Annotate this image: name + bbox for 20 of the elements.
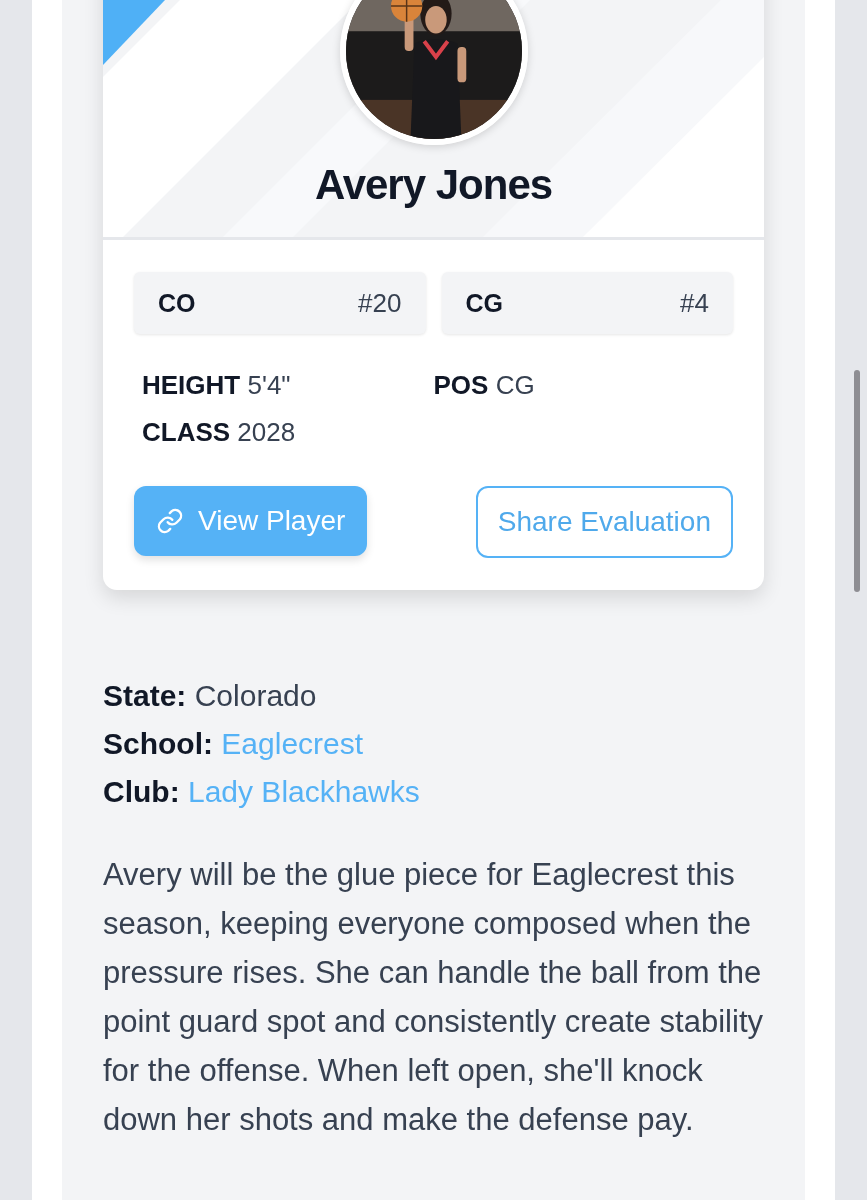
detail-label: Club: — [103, 775, 180, 808]
detail-label: State: — [103, 679, 187, 712]
view-player-button[interactable]: View Player — [134, 486, 368, 556]
detail-value: Colorado — [194, 679, 317, 712]
jersey-number: #20 — [358, 287, 402, 319]
detail-label: School: — [103, 727, 213, 760]
share-evaluation-button[interactable]: Share Evaluation — [475, 486, 733, 558]
detail-link[interactable]: Eaglecrest — [221, 727, 364, 760]
stat-text: HEIGHT 5'4" — [142, 370, 292, 401]
jersey-number: #4 — [680, 287, 709, 319]
badge-label: CO — [158, 288, 196, 318]
badge-label: CG — [465, 288, 503, 318]
stat-text: CLASS 2028 — [142, 417, 297, 448]
link-icon — [156, 507, 184, 535]
description-paragraph: Avery will be the glue piece for Eaglecrest this season, keeping everyone composed when the pressure rises. She can handle the ball from the point guard spot and consistently create stability for the offense. When left open, she'll knock down her shots and make the defense pay. — [103, 856, 764, 1139]
stat-text: POS CG — [433, 370, 536, 401]
scrollbar-thumb[interactable] — [854, 370, 860, 592]
corner-accent — [103, 0, 165, 65]
player-name: Avery Jones — [314, 161, 553, 209]
detail-link[interactable]: Lady Blackhawks — [188, 775, 420, 808]
